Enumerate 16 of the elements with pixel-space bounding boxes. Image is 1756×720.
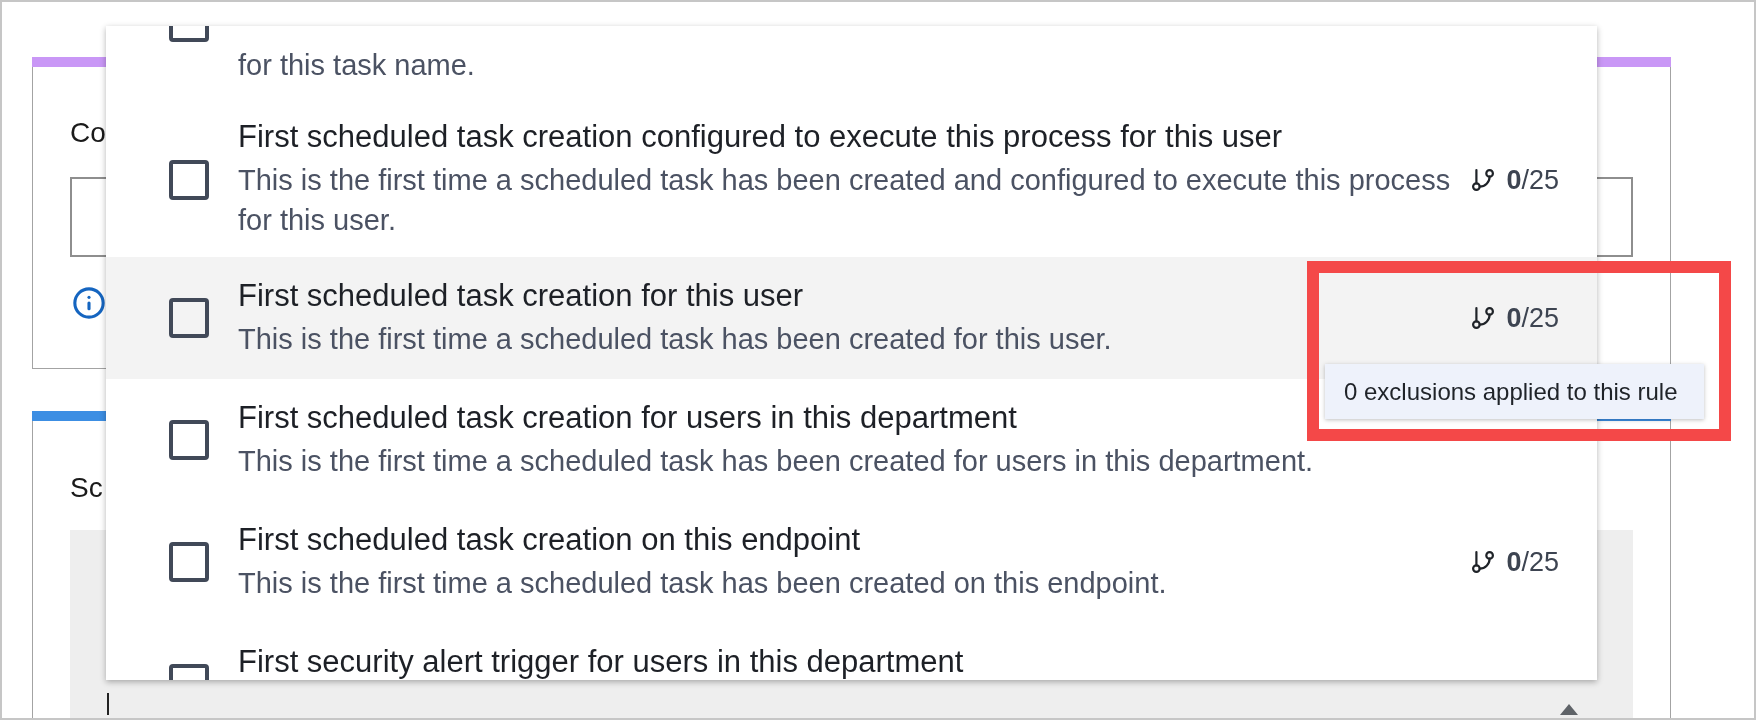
rule-description: This is the first time a scheduled task has been created for users in this department. xyxy=(238,443,1315,479)
rule-description: This is the first time a scheduled task has been created and configured to execute this process for this user. xyxy=(238,163,1452,238)
rule-title: First security alert trigger for users in this department xyxy=(238,643,965,680)
card-title: Co xyxy=(70,116,106,150)
rule-title: First scheduled task creation configured to execute this process for this user xyxy=(238,119,1284,155)
rule-title: First scheduled task creation for this user xyxy=(238,277,805,314)
exclusion-count: 0/25 xyxy=(1506,302,1559,334)
rule-title: First scheduled task creation on this endpoint xyxy=(238,521,862,558)
card-title: Sc xyxy=(70,471,103,505)
rule-description: This is the first time a scheduled task has been created on this endpoint. xyxy=(238,565,1168,601)
rule-description: for this task name. xyxy=(238,48,476,83)
tooltip: 0 exclusions applied to this rule xyxy=(1325,364,1704,419)
exclusion-count: 0/25 xyxy=(1506,546,1559,578)
rule-description: This is the first time a scheduled task has been created for this user. xyxy=(238,321,1113,357)
exclusion-count: 0/25 xyxy=(1506,163,1559,196)
rule-title: First scheduled task creation for users in this department xyxy=(238,399,1018,436)
